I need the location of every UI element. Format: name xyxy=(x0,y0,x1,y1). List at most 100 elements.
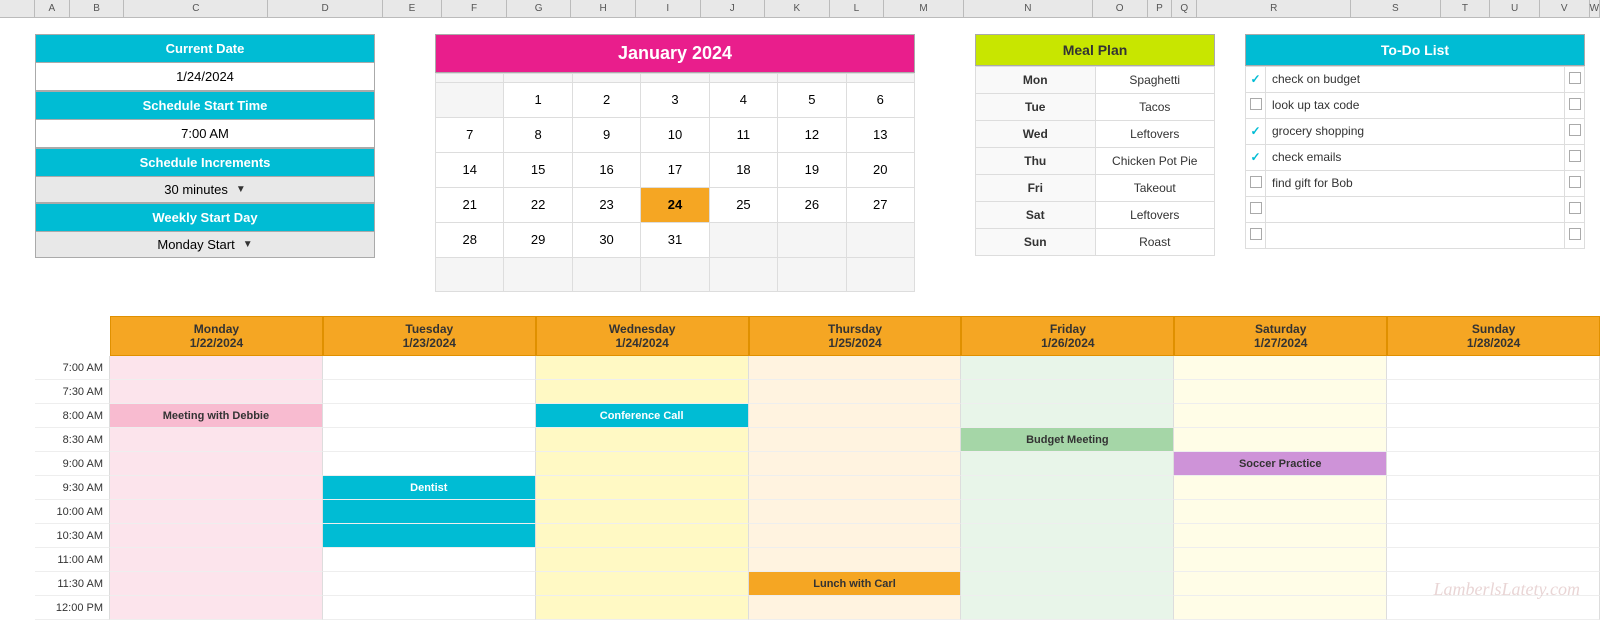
cell-730-sun xyxy=(1387,380,1600,404)
cal-cell-29: 29 xyxy=(504,223,572,258)
cell-830-sat xyxy=(1174,428,1387,452)
dropdown-arrow-icon: ▼ xyxy=(236,184,246,195)
cell-1000-mon xyxy=(110,500,323,524)
time-1130: 11:30 AM xyxy=(35,572,110,596)
todo-done-4[interactable] xyxy=(1565,145,1585,171)
todo-done-2[interactable] xyxy=(1565,93,1585,119)
time-830: 8:30 AM xyxy=(35,428,110,452)
col-F: F xyxy=(442,0,507,17)
schedule-row-1000: 10:00 AM xyxy=(35,500,1600,524)
weekly-start-dropdown[interactable]: Monday Start ▼ xyxy=(35,232,375,258)
cal-cell-30: 30 xyxy=(573,223,641,258)
meal-plan-panel: Meal Plan Mon Spaghetti Tue Tacos Wed Le… xyxy=(975,26,1215,308)
cal-cell-2: 2 xyxy=(573,83,641,118)
todo-text-2: look up tax code xyxy=(1266,93,1565,119)
day-name-tue: Tuesday xyxy=(324,322,535,336)
todo-done-6[interactable] xyxy=(1565,197,1585,223)
col-B: B xyxy=(70,0,125,17)
cell-700-sun xyxy=(1387,356,1600,380)
schedule-row-1130: 11:30 AM Lunch with Carl xyxy=(35,572,1600,596)
cal-dow-sun xyxy=(436,74,504,83)
cal-cell xyxy=(436,83,504,118)
cal-cell-18: 18 xyxy=(710,153,778,188)
cal-cell-11: 11 xyxy=(710,118,778,153)
schedule-row-830: 8:30 AM Budget Meeting xyxy=(35,428,1600,452)
cal-cell-5: 5 xyxy=(778,83,846,118)
checkmark4-icon: ✓ xyxy=(1250,150,1260,164)
col-J: J xyxy=(701,0,766,17)
cal-cell-25: 25 xyxy=(710,188,778,223)
cell-930-mon xyxy=(110,476,323,500)
todo-check-1[interactable]: ✓ xyxy=(1246,67,1266,93)
increments-dropdown[interactable]: 30 minutes ▼ xyxy=(35,177,375,203)
cal-cell-4: 4 xyxy=(710,83,778,118)
todo-check-4[interactable]: ✓ xyxy=(1246,145,1266,171)
cal-cell-1: 1 xyxy=(504,83,572,118)
cell-1100-wed xyxy=(536,548,749,572)
cal-cell-21: 21 xyxy=(436,188,504,223)
cell-830-tue xyxy=(323,428,536,452)
cal-cell-6: 6 xyxy=(847,83,915,118)
time-1030: 10:30 AM xyxy=(35,524,110,548)
cal-cell-7: 7 xyxy=(436,118,504,153)
todo-check-2[interactable] xyxy=(1246,93,1266,119)
checkbox5-icon xyxy=(1250,176,1262,188)
day-header-wed: Wednesday 1/24/2024 xyxy=(536,316,749,356)
schedule-row-1200: 12:00 PM xyxy=(35,596,1600,620)
todo-done-5[interactable] xyxy=(1565,171,1585,197)
cell-1200-sun xyxy=(1387,596,1600,620)
col-M: M xyxy=(884,0,963,17)
schedule-row-1030: 10:30 AM xyxy=(35,524,1600,548)
todo-done-1[interactable] xyxy=(1565,67,1585,93)
todo-done-3[interactable] xyxy=(1565,119,1585,145)
todo-check-7[interactable] xyxy=(1246,223,1266,249)
day-name-fri: Friday xyxy=(962,322,1173,336)
day-date-wed: 1/24/2024 xyxy=(537,336,748,350)
todo-check-6[interactable] xyxy=(1246,197,1266,223)
meal-day-fri: Fri xyxy=(976,175,1096,202)
col-D: D xyxy=(268,0,382,17)
todo-done-7[interactable] xyxy=(1565,223,1585,249)
cal-cell-23: 23 xyxy=(573,188,641,223)
time-930: 9:30 AM xyxy=(35,476,110,500)
cell-700-fri xyxy=(961,356,1174,380)
time-1200: 12:00 PM xyxy=(35,596,110,620)
schedule-header-row: Monday 1/22/2024 Tuesday 1/23/2024 Wedne… xyxy=(35,316,1600,356)
col-headers: A B C D E F G H I J K L M N O P Q R S T … xyxy=(0,0,1600,18)
cal-cell-e2 xyxy=(778,223,846,258)
meal-day-sun: Sun xyxy=(976,229,1096,256)
cell-1100-thu xyxy=(749,548,962,572)
cell-1130-wed xyxy=(536,572,749,596)
todo-check-5[interactable] xyxy=(1246,171,1266,197)
day-header-sat: Saturday 1/27/2024 xyxy=(1174,316,1387,356)
cell-1100-sat xyxy=(1174,548,1387,572)
todo-check-3[interactable]: ✓ xyxy=(1246,119,1266,145)
row-col-corner xyxy=(0,0,35,17)
cell-1030-mon xyxy=(110,524,323,548)
cell-730-thu xyxy=(749,380,962,404)
col-N: N xyxy=(964,0,1093,17)
cell-930-sat xyxy=(1174,476,1387,500)
cell-800-tue xyxy=(323,404,536,428)
cell-1200-tue xyxy=(323,596,536,620)
cal-cell-3: 3 xyxy=(641,83,709,118)
cell-700-wed xyxy=(536,356,749,380)
schedule-body: 7:00 AM 7:30 AM xyxy=(35,356,1600,620)
increments-label: Schedule Increments xyxy=(35,148,375,177)
cell-730-fri xyxy=(961,380,1174,404)
todo-grid: ✓ check on budget look up tax code ✓ gro… xyxy=(1245,66,1585,249)
current-date-value: 1/24/2024 xyxy=(35,63,375,91)
schedule-row-930: 9:30 AM Dentist xyxy=(35,476,1600,500)
top-section: Current Date 1/24/2024 Schedule Start Ti… xyxy=(0,18,1600,312)
day-date-sat: 1/27/2024 xyxy=(1175,336,1386,350)
cell-1100-tue xyxy=(323,548,536,572)
dropdown-arrow2-icon: ▼ xyxy=(243,239,253,250)
meal-food-thu: Chicken Pot Pie xyxy=(1096,148,1216,175)
spreadsheet: A B C D E F G H I J K L M N O P Q R S T … xyxy=(0,0,1600,620)
cal-dow-tue xyxy=(573,74,641,83)
meal-food-mon: Spaghetti xyxy=(1096,67,1216,94)
cell-1100-mon xyxy=(110,548,323,572)
cal-cell-9: 9 xyxy=(573,118,641,153)
time-1000: 10:00 AM xyxy=(35,500,110,524)
cell-1200-wed xyxy=(536,596,749,620)
